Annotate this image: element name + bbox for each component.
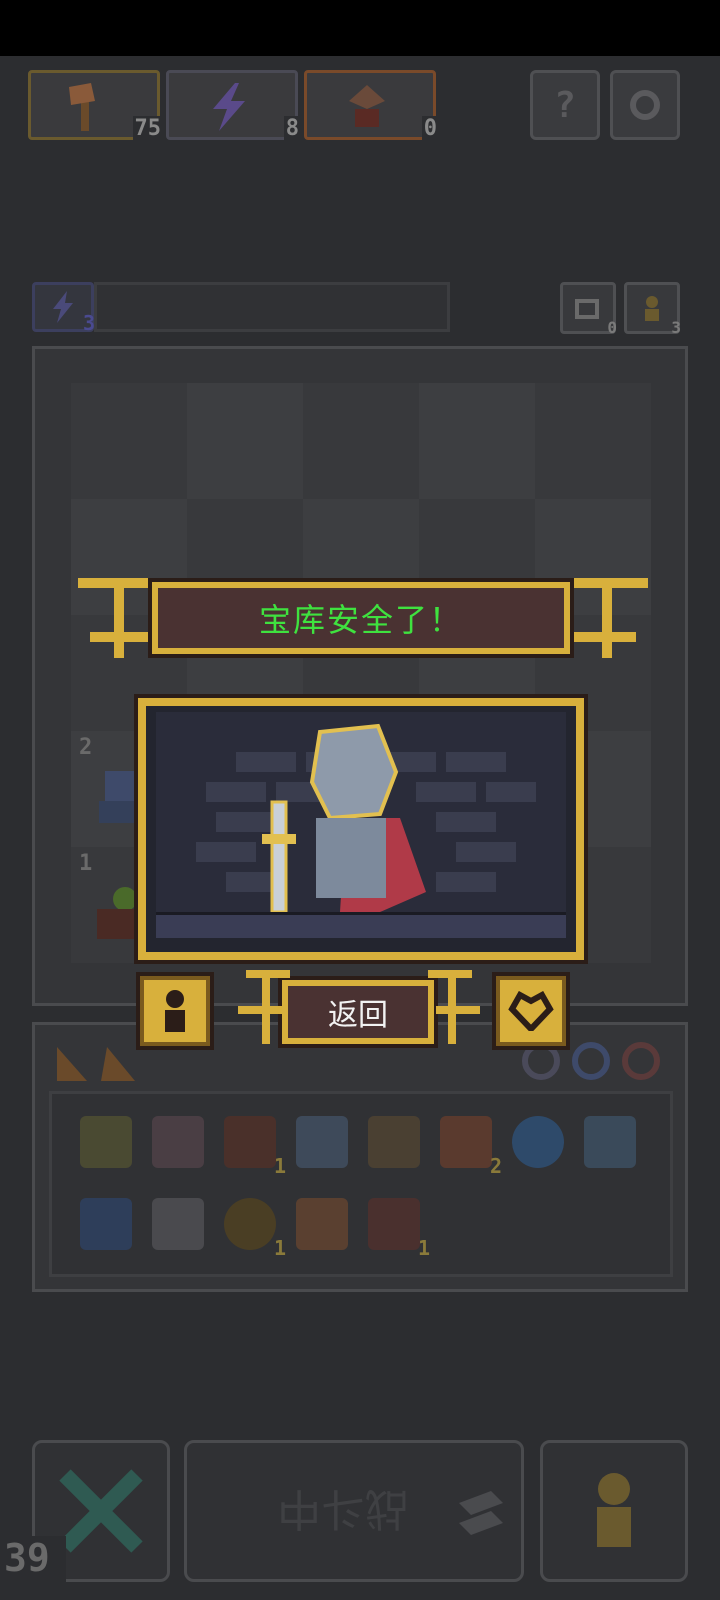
resource-altar[interactable]: 0 [304, 70, 439, 141]
inventory-panel: 1 2 1 1 [32, 1022, 688, 1292]
status-bar [0, 0, 720, 56]
knight-illustration [156, 712, 566, 938]
gear-icon [630, 90, 660, 120]
heart-icon [508, 991, 554, 1031]
return-button[interactable]: 返回 [282, 980, 434, 1044]
axe-icon[interactable]: 2 [440, 1116, 502, 1178]
blade-icon[interactable] [584, 1116, 636, 1168]
close-icon [59, 1469, 143, 1553]
wedge-icon [57, 1047, 135, 1081]
undo-count: 0 [607, 318, 617, 337]
units-count: 3 [671, 318, 681, 337]
board-cell[interactable] [419, 383, 535, 499]
fight-button[interactable]: 战斗中 [184, 1440, 524, 1582]
inventory-grid: 1 2 1 1 [49, 1091, 673, 1277]
altar-count: 0 [421, 116, 439, 141]
claw-icon[interactable] [368, 1116, 420, 1168]
unit-level: 1 [79, 851, 93, 876]
lightning-icon [53, 291, 73, 323]
result-illustration-frame [138, 698, 584, 960]
axe-count: 75 [132, 116, 163, 141]
energy-bar [94, 282, 450, 332]
item-count: 1 [273, 1236, 286, 1260]
favorite-button[interactable] [496, 976, 566, 1046]
undo-button[interactable]: 0 [560, 282, 617, 337]
dice-icon[interactable] [80, 1116, 132, 1168]
item-count: 1 [273, 1154, 286, 1178]
modal-title: 宝库安全了！ [152, 582, 570, 654]
banner-right-ornament [572, 578, 648, 658]
board-cell[interactable] [187, 383, 303, 499]
pawn-icon [597, 1473, 631, 1547]
arrows-icon [459, 1491, 503, 1535]
pawn-icon [165, 990, 185, 1032]
resource-axe[interactable]: 75 [28, 70, 163, 141]
help-button[interactable]: ? [530, 70, 600, 140]
altar-icon [349, 85, 385, 127]
turn-counter: 39 [0, 1536, 66, 1590]
units-panel-button[interactable] [540, 1440, 688, 1582]
lightning-icon [213, 83, 245, 131]
unit-level: 2 [79, 735, 93, 760]
lightning-count: 8 [283, 116, 301, 141]
resource-lightning[interactable]: 8 [166, 70, 301, 141]
board-cell[interactable] [71, 383, 187, 499]
shell-icon[interactable] [296, 1198, 348, 1250]
item-count: 2 [489, 1154, 502, 1178]
return-right-ornament [428, 970, 480, 1044]
return-left-ornament [238, 970, 290, 1044]
altar-icon[interactable]: 1 [368, 1198, 430, 1260]
undo-icon [575, 299, 599, 319]
wind-icon[interactable] [80, 1198, 132, 1250]
units-button[interactable]: 3 [624, 282, 681, 337]
axe-icon [69, 83, 95, 131]
settings-button[interactable] [610, 70, 680, 140]
help-label: ? [554, 84, 576, 126]
knight-icon [262, 723, 426, 914]
item-count: 1 [417, 1236, 430, 1260]
pawn-icon [645, 296, 659, 321]
fight-label: 战斗中 [277, 1483, 409, 1534]
energy-slot[interactable]: 3 [32, 282, 95, 335]
board-cell[interactable] [535, 383, 651, 499]
orb-icon[interactable] [512, 1116, 564, 1168]
mirror-icon[interactable] [152, 1198, 204, 1250]
mask-icon[interactable] [296, 1116, 348, 1168]
flower-icon[interactable] [152, 1116, 204, 1168]
stone-floor [156, 912, 566, 938]
units-shortcut-button[interactable] [140, 976, 210, 1046]
board-cell[interactable] [303, 383, 419, 499]
banner-left-ornament [78, 578, 154, 658]
scroll-icon[interactable]: 1 [224, 1116, 286, 1178]
coin-icon[interactable]: 1 [224, 1198, 286, 1260]
